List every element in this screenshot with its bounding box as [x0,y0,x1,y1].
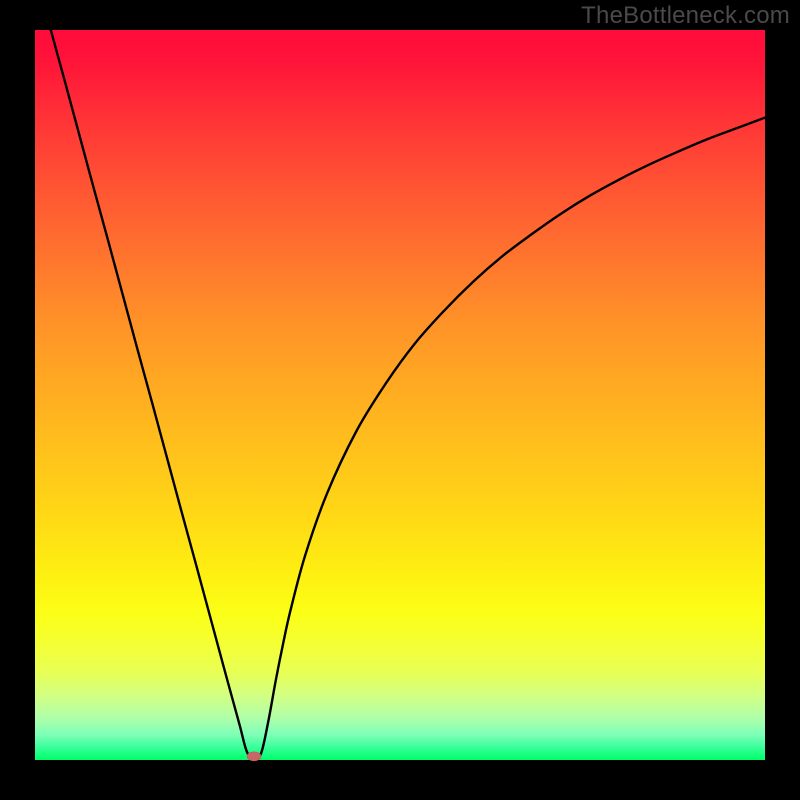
plot-area [35,30,765,760]
optimal-point-marker [247,752,261,761]
chart-svg [35,30,765,760]
chart-frame: TheBottleneck.com [0,0,800,800]
watermark-text: TheBottleneck.com [581,2,790,30]
bottleneck-curve [35,0,765,760]
